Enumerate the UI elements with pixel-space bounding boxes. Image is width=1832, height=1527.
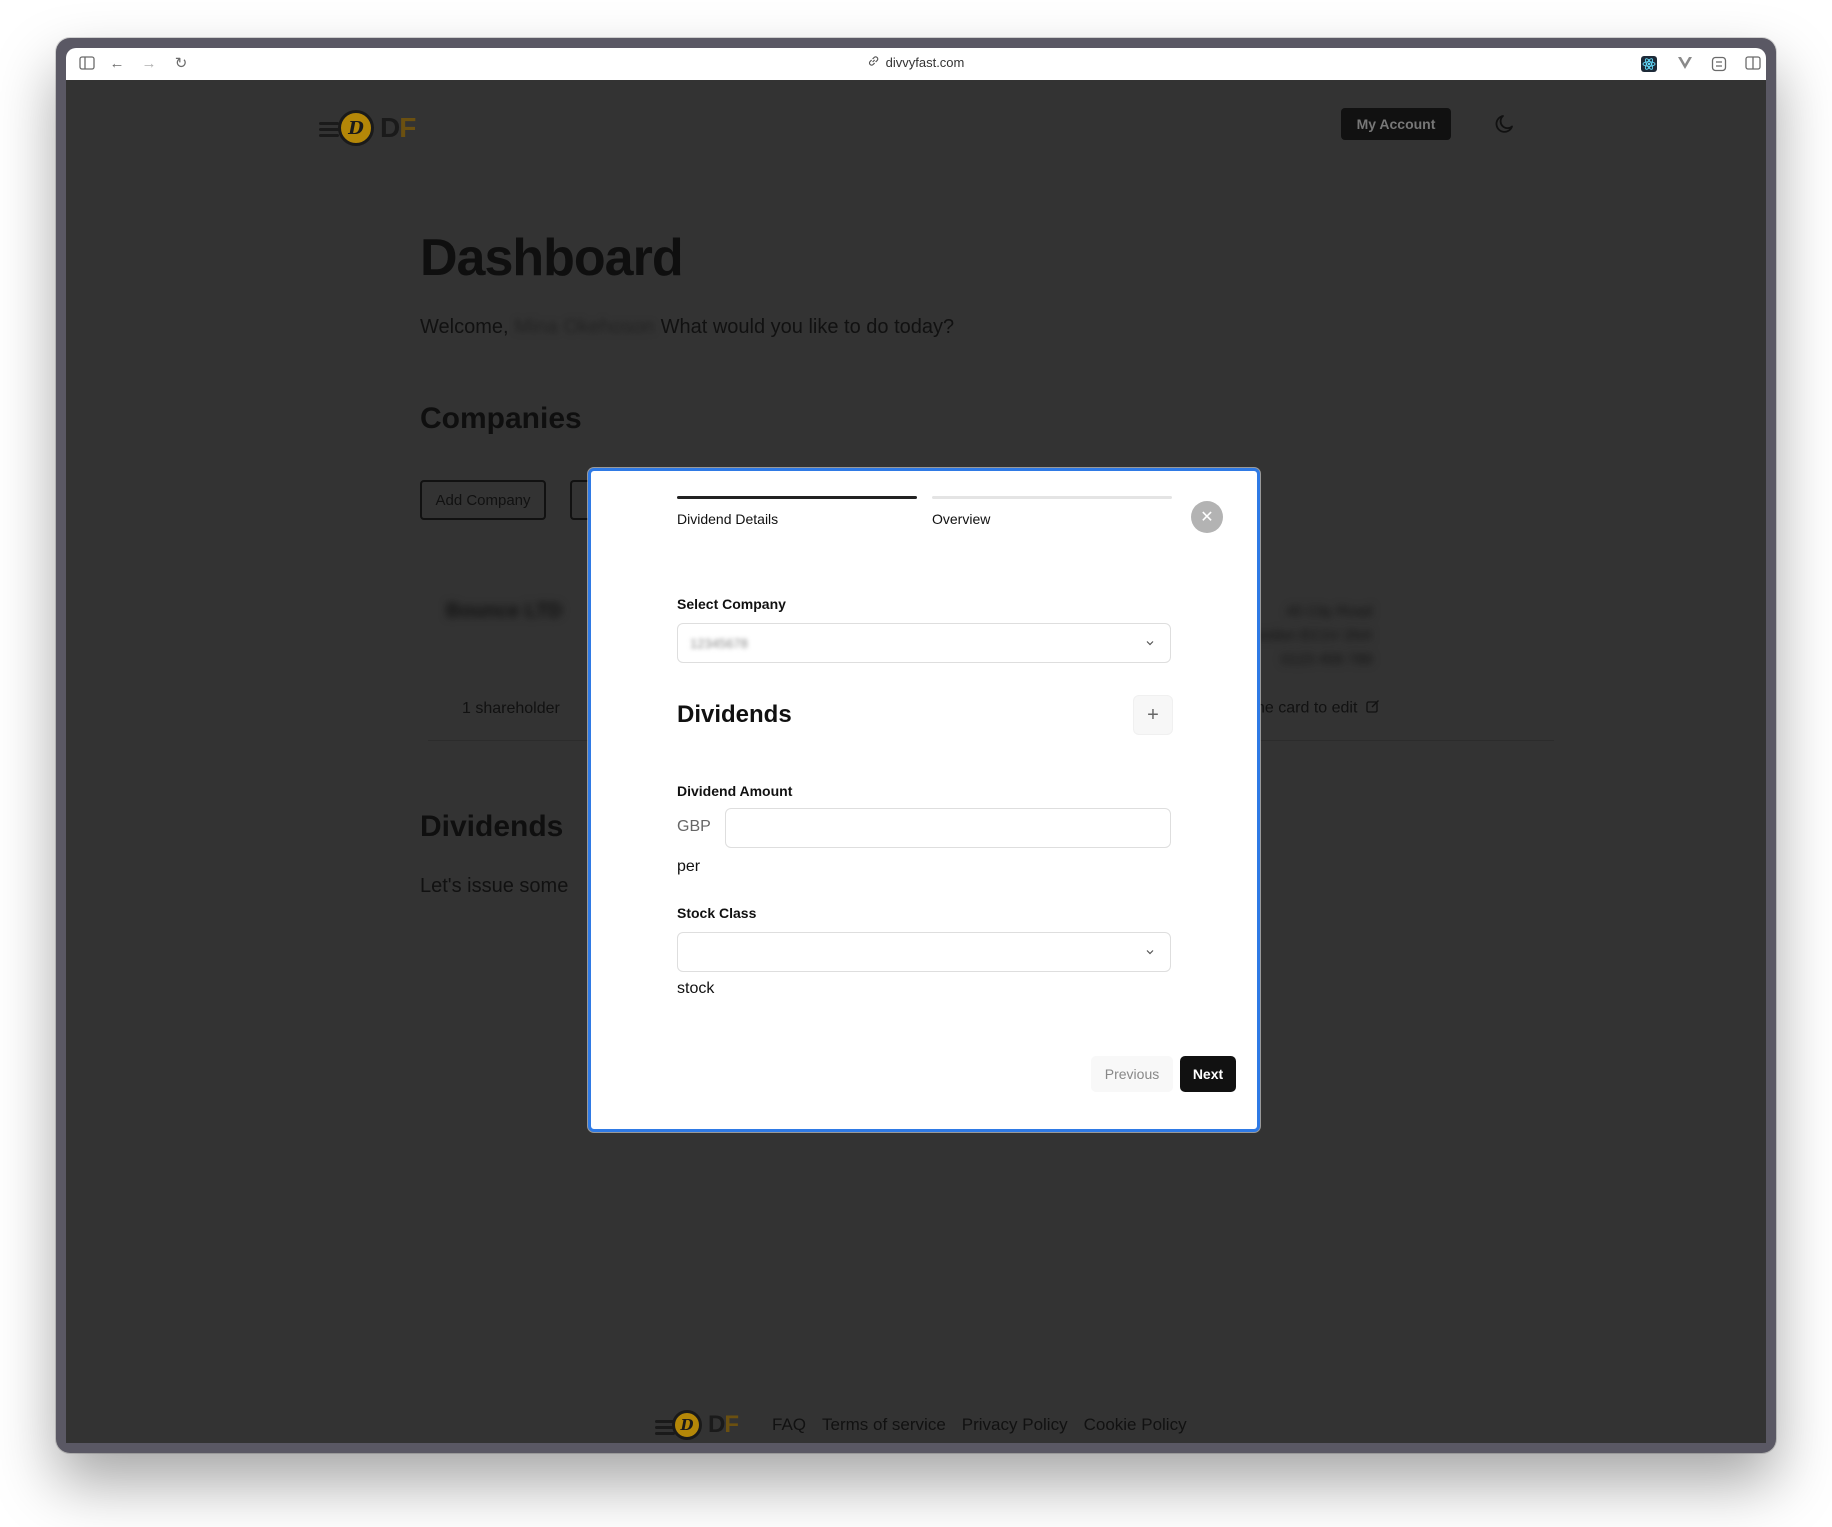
footer: D DF FAQ Terms of service Privacy Policy… bbox=[655, 1410, 1187, 1440]
company-address-redacted: 45 City Road London EC1V 2NX 0123 456 78… bbox=[1246, 603, 1373, 668]
add-company-button[interactable]: Add Company bbox=[420, 480, 546, 520]
chevron-down-icon bbox=[1144, 945, 1156, 957]
logo-wordmark: DF bbox=[380, 112, 416, 143]
site-logo[interactable]: D DF bbox=[319, 110, 416, 146]
footer-link-terms[interactable]: Terms of service bbox=[822, 1415, 946, 1435]
company-name-redacted: Bounce LTD bbox=[446, 600, 563, 622]
reload-icon[interactable]: ↻ bbox=[172, 56, 190, 72]
extension-vue-icon[interactable] bbox=[1676, 56, 1694, 72]
dividend-amount-input[interactable] bbox=[725, 808, 1171, 848]
footer-logo[interactable]: D DF bbox=[655, 1410, 756, 1440]
sidebar-toggle-icon[interactable] bbox=[78, 56, 96, 72]
next-button[interactable]: Next bbox=[1180, 1056, 1236, 1092]
companies-heading: Companies bbox=[420, 402, 582, 435]
url-text: divvyfast.com bbox=[885, 55, 965, 70]
page-viewport: D DF My Account Dashboard Welcome, Mina … bbox=[66, 80, 1766, 1443]
per-text: per bbox=[677, 858, 701, 875]
select-company-dropdown[interactable]: 12345678 bbox=[677, 623, 1171, 663]
previous-button[interactable]: Previous bbox=[1091, 1056, 1173, 1092]
my-account-button[interactable]: My Account bbox=[1341, 108, 1451, 140]
browser-window: ← → ↻ divvyfast.com D DF My Account Dash… bbox=[56, 38, 1776, 1453]
dividends-intro-text: Let's issue some bbox=[420, 875, 569, 897]
currency-prefix: GBP bbox=[677, 818, 711, 835]
selected-company-redacted: 12345678 bbox=[690, 635, 748, 651]
dividend-modal: Dividend Details Overview ✕ Select Compa… bbox=[588, 468, 1260, 1132]
split-view-icon[interactable] bbox=[1744, 56, 1762, 72]
footer-link-cookie[interactable]: Cookie Policy bbox=[1084, 1415, 1187, 1435]
dividends-heading: Dividends bbox=[420, 810, 564, 843]
page-title: Dashboard bbox=[420, 229, 684, 287]
link-icon bbox=[868, 55, 880, 70]
extension-panel-icon[interactable] bbox=[1710, 56, 1728, 72]
footer-coin-logo-icon: D bbox=[655, 1410, 702, 1440]
select-company-label: Select Company bbox=[677, 596, 786, 612]
back-arrow-icon[interactable]: ← bbox=[108, 56, 126, 72]
dark-mode-toggle-icon[interactable] bbox=[1494, 113, 1516, 135]
shareholder-count: 1 shareholder bbox=[462, 700, 560, 717]
card-edit-hint[interactable]: he card to edit bbox=[1256, 699, 1380, 718]
footer-link-faq[interactable]: FAQ bbox=[772, 1415, 806, 1435]
chevron-down-icon bbox=[1144, 636, 1156, 648]
stock-class-dropdown[interactable] bbox=[677, 932, 1171, 972]
add-dividend-button[interactable]: + bbox=[1133, 695, 1173, 735]
address-bar[interactable]: divvyfast.com bbox=[868, 55, 965, 70]
step-overview[interactable]: Overview bbox=[932, 496, 1172, 527]
footer-logo-wordmark: DF bbox=[708, 1411, 739, 1438]
stock-text: stock bbox=[677, 980, 715, 997]
modal-dividends-title: Dividends bbox=[677, 701, 792, 728]
footer-link-privacy[interactable]: Privacy Policy bbox=[962, 1415, 1068, 1435]
close-icon: ✕ bbox=[1200, 509, 1214, 526]
close-modal-button[interactable]: ✕ bbox=[1191, 501, 1223, 533]
plus-icon: + bbox=[1147, 703, 1159, 726]
forward-arrow-icon[interactable]: → bbox=[140, 56, 158, 72]
coin-logo-icon: D bbox=[319, 110, 374, 146]
user-name-redacted: Mina Okehoson bbox=[514, 316, 655, 338]
dividend-amount-label: Dividend Amount bbox=[677, 783, 793, 799]
stock-class-label: Stock Class bbox=[677, 905, 757, 921]
step-dividend-details[interactable]: Dividend Details bbox=[677, 496, 917, 527]
welcome-message: Welcome, Mina Okehoson What would you li… bbox=[420, 316, 955, 338]
edit-icon bbox=[1366, 699, 1380, 718]
extension-react-icon[interactable] bbox=[1640, 56, 1658, 72]
browser-toolbar: ← → ↻ divvyfast.com bbox=[66, 48, 1766, 80]
